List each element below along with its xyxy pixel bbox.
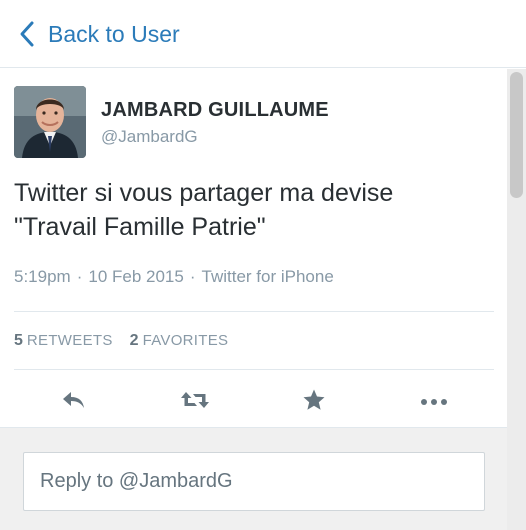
back-link-label: Back to User — [48, 20, 180, 47]
tweet-stats: 5 RETWEETS 2 FAVORITES — [14, 332, 245, 350]
retweet-icon — [180, 389, 210, 416]
favorite-star-icon — [302, 388, 326, 417]
more-options-button[interactable] — [419, 387, 449, 417]
tweet-text-line: Twitter si vous partager ma devise — [14, 179, 394, 207]
back-to-user-link[interactable]: Back to User — [19, 18, 180, 50]
favorites-count: 2 — [129, 332, 139, 349]
retweets-count: 5 — [14, 332, 23, 349]
meta-separator: · — [76, 267, 83, 286]
author-handle[interactable]: @JambardG — [101, 127, 198, 147]
tweet-date[interactable]: 10 Feb 2015 — [88, 267, 183, 286]
reply-icon — [61, 389, 87, 416]
chevron-left-icon — [19, 20, 35, 48]
top-bar: Back to User — [0, 0, 526, 68]
vertical-scrollbar[interactable] — [507, 69, 526, 530]
reply-button[interactable] — [59, 387, 89, 417]
retweets-label: RETWEETS — [26, 332, 113, 349]
retweets-stat[interactable]: 5 RETWEETS — [14, 332, 113, 350]
divider — [14, 369, 494, 370]
author-name[interactable]: JAMBARD GUILLAUME — [101, 99, 329, 122]
retweet-button[interactable] — [180, 387, 210, 417]
favorites-stat[interactable]: 2 FAVORITES — [130, 332, 229, 350]
favorite-button[interactable] — [299, 387, 329, 417]
tweet-metadata: 5:19pm · 10 Feb 2015 · Twitter for iPhone — [14, 267, 334, 287]
tweet-text: Twitter si vous partager ma devise "Trav… — [14, 176, 494, 244]
reply-area — [0, 427, 507, 530]
tweet-actions — [14, 379, 494, 423]
divider — [14, 311, 494, 312]
avatar[interactable] — [14, 86, 86, 158]
reply-input[interactable] — [23, 452, 485, 511]
tweet-time[interactable]: 5:19pm — [14, 267, 71, 286]
meta-separator: · — [189, 267, 196, 286]
tweet-text-line: "Travail Famille Patrie" — [14, 213, 266, 241]
tweet-source[interactable]: Twitter for iPhone — [202, 267, 334, 286]
scrollbar-thumb[interactable] — [510, 72, 523, 198]
more-icon — [420, 393, 448, 411]
tweet-detail: JAMBARD GUILLAUME @JambardG Twitter si v… — [0, 69, 507, 427]
favorites-label: FAVORITES — [142, 332, 229, 349]
